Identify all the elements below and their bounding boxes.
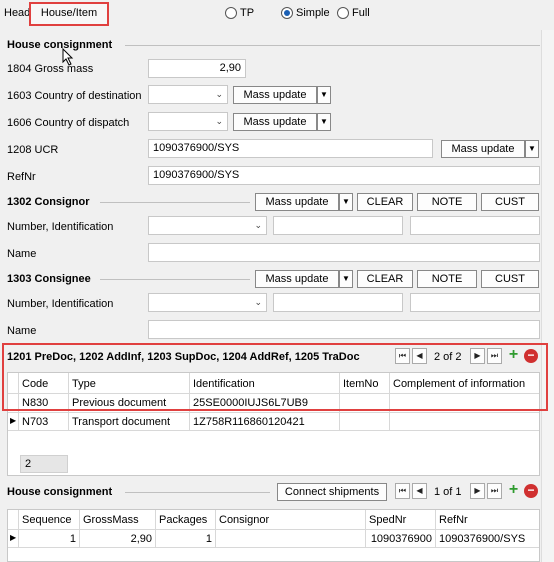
country-dispatch-label: 1606 Country of dispatch — [7, 117, 130, 129]
country-destination-select[interactable]: ⌄ — [148, 85, 228, 104]
section-divider — [125, 492, 270, 493]
gross-mass-label: 1804 Gross mass — [7, 63, 94, 75]
cust-button-consignor[interactable]: CUST — [481, 193, 539, 211]
radio-full[interactable] — [337, 7, 349, 19]
section-divider — [100, 202, 250, 203]
gross-mass-field[interactable]: 2,90 — [148, 59, 246, 78]
clear-button-consignor[interactable]: CLEAR — [357, 193, 413, 211]
doc-row-2-code[interactable]: N703 — [22, 416, 48, 428]
radio-tp-label: TP — [240, 7, 255, 19]
note-button-consignee[interactable]: NOTE — [417, 270, 477, 288]
mass-update-button-consignee[interactable]: Mass update — [255, 270, 339, 288]
consignee-number-field[interactable] — [273, 293, 403, 312]
section-title-house-list: House consignment — [7, 486, 113, 498]
documents-count: 2 — [25, 458, 32, 470]
consignor-name-label: Name — [7, 248, 37, 260]
remove-icon[interactable]: − — [524, 484, 538, 498]
doc-row-2-identification[interactable]: 1Z758R116860120421 — [193, 416, 305, 428]
next-page-button[interactable]: ▶ — [470, 483, 485, 499]
last-page-button[interactable]: ⏭ — [487, 483, 502, 499]
chevron-down-icon: ⌄ — [254, 220, 262, 230]
mass-update-button-consignor[interactable]: Mass update — [255, 193, 339, 211]
mass-update-button-destination[interactable]: Mass update — [233, 86, 317, 104]
highlight-box — [2, 343, 548, 411]
radio-simple[interactable] — [281, 7, 293, 19]
consignee-identification-field[interactable] — [410, 293, 540, 312]
house-list-pager: 1 of 1 — [434, 486, 462, 498]
country-destination-label: 1603 Country of destination — [7, 90, 142, 102]
grid-row-divider — [8, 430, 539, 431]
mass-update-dropdown-dispatch[interactable]: ▼ — [317, 113, 331, 131]
section-title-consignee: 1303 Consignee — [7, 273, 91, 285]
house-row-1-spednr[interactable]: 1090376900 — [367, 533, 432, 545]
clear-button-consignee[interactable]: CLEAR — [357, 270, 413, 288]
column-header-grossmass[interactable]: GrossMass — [83, 514, 139, 526]
column-header-packages[interactable]: Packages — [159, 514, 207, 526]
consignor-id-type-select[interactable]: ⌄ — [148, 216, 267, 235]
refnr-field[interactable]: 1090376900/SYS — [148, 166, 540, 185]
section-title-house-consignment: House consignment — [7, 39, 113, 51]
consignee-id-type-select[interactable]: ⌄ — [148, 293, 267, 312]
consignor-number-label: Number, Identification — [7, 221, 114, 233]
grid-row-divider — [8, 412, 539, 413]
doc-row-2-type[interactable]: Transport document — [72, 416, 170, 428]
section-divider — [125, 45, 540, 46]
consignor-identification-field[interactable] — [410, 216, 540, 235]
column-header-sequence[interactable]: Sequence — [22, 514, 72, 526]
tab-house-item[interactable]: House/Item — [29, 2, 109, 26]
mass-update-dropdown-destination[interactable]: ▼ — [317, 86, 331, 104]
mass-update-dropdown-ucr[interactable]: ▼ — [525, 140, 539, 158]
column-header-consignor[interactable]: Consignor — [219, 514, 269, 526]
section-title-consignor: 1302 Consignor — [7, 196, 90, 208]
house-row-1-packages[interactable]: 1 — [157, 533, 212, 545]
first-page-button[interactable]: ⏮ — [395, 483, 410, 499]
chevron-down-icon: ⌄ — [215, 89, 223, 99]
country-dispatch-select[interactable]: ⌄ — [148, 112, 228, 131]
row-pointer-icon: ▶ — [10, 416, 17, 425]
prev-page-button[interactable]: ◀ — [412, 483, 427, 499]
grid-row-divider — [8, 529, 539, 530]
refnr-label: RefNr — [7, 171, 36, 183]
house-row-1-grossmass[interactable]: 2,90 — [81, 533, 152, 545]
mass-update-dropdown-consignee[interactable]: ▼ — [339, 270, 353, 288]
radio-tp[interactable] — [225, 7, 237, 19]
tab-head-label: Head — [4, 7, 31, 19]
consignor-name-field[interactable] — [148, 243, 540, 262]
cust-button-consignee[interactable]: CUST — [481, 270, 539, 288]
radio-simple-label: Simple — [296, 7, 330, 19]
chevron-down-icon: ⌄ — [215, 116, 223, 126]
column-header-refnr[interactable]: RefNr — [439, 514, 468, 526]
mass-update-button-dispatch[interactable]: Mass update — [233, 113, 317, 131]
row-pointer-icon: ▶ — [10, 533, 17, 542]
connect-shipments-button[interactable]: Connect shipments — [277, 483, 387, 501]
ucr-label: 1208 UCR — [7, 144, 59, 156]
grid-row-divider — [8, 547, 539, 548]
mass-update-dropdown-consignor[interactable]: ▼ — [339, 193, 353, 211]
mouse-cursor-icon — [62, 48, 74, 66]
column-header-spednr[interactable]: SpedNr — [369, 514, 406, 526]
mass-update-button-ucr[interactable]: Mass update — [441, 140, 525, 158]
chevron-down-icon: ⌄ — [254, 297, 262, 307]
section-divider — [100, 279, 250, 280]
tab-house-item-label: House/Item — [40, 7, 98, 19]
note-button-consignor[interactable]: NOTE — [417, 193, 477, 211]
consignee-number-label: Number, Identification — [7, 298, 114, 310]
consignor-number-field[interactable] — [273, 216, 403, 235]
consignee-name-label: Name — [7, 325, 37, 337]
ucr-field[interactable]: 1090376900/SYS — [148, 139, 433, 158]
add-icon[interactable]: + — [506, 482, 521, 499]
tab-head[interactable]: Head — [4, 7, 30, 19]
consignee-name-field[interactable] — [148, 320, 540, 339]
house-row-1-refnr[interactable]: 1090376900/SYS — [439, 533, 525, 545]
vertical-scrollbar[interactable] — [541, 30, 554, 562]
house-row-1-sequence[interactable]: 1 — [20, 533, 76, 545]
radio-full-label: Full — [352, 7, 370, 19]
